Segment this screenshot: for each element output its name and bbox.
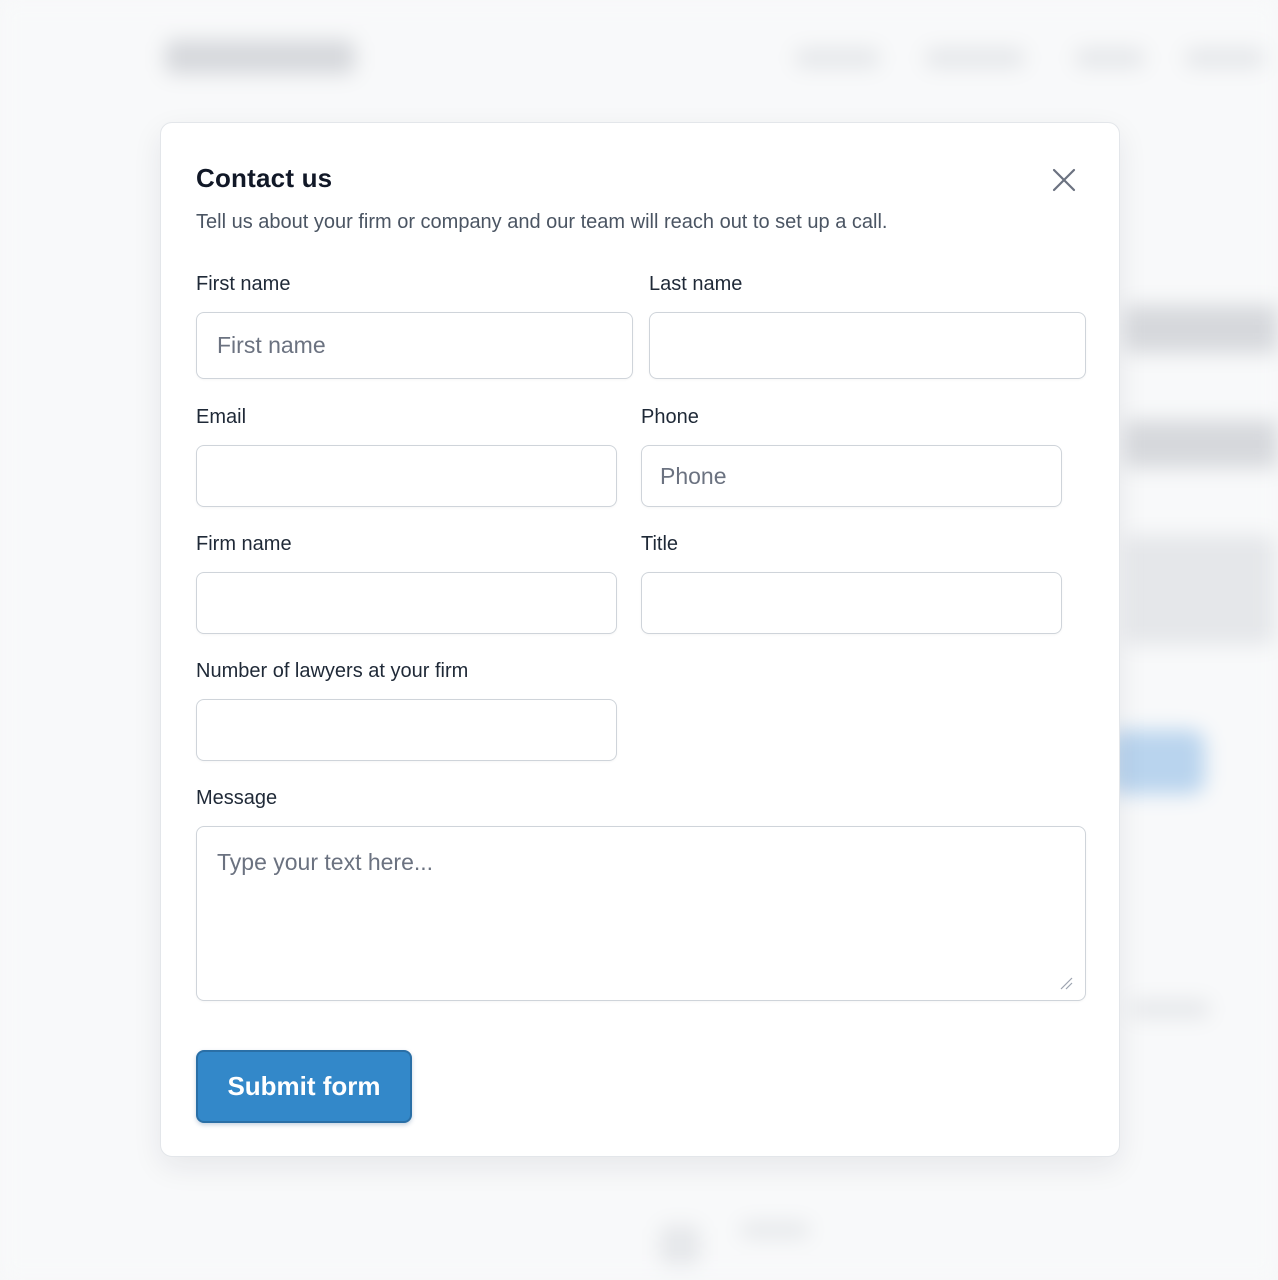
email-input[interactable] bbox=[196, 445, 617, 507]
background-logo bbox=[165, 40, 355, 74]
background-nav-item bbox=[795, 48, 880, 68]
close-icon bbox=[1052, 168, 1076, 192]
message-textarea[interactable] bbox=[196, 826, 1086, 1001]
background-heading bbox=[1125, 305, 1278, 353]
job-title-input[interactable] bbox=[641, 572, 1062, 634]
lawyers-count-label: Number of lawyers at your firm bbox=[196, 660, 469, 682]
background-nav-item bbox=[925, 48, 1025, 68]
message-label: Message bbox=[196, 787, 278, 809]
submit-form-button[interactable]: Submit form bbox=[196, 1050, 412, 1123]
resize-handle-icon[interactable] bbox=[1059, 976, 1073, 990]
background-text bbox=[660, 1225, 700, 1265]
background-text bbox=[1130, 1000, 1210, 1018]
background-heading bbox=[1125, 420, 1278, 468]
contact-modal: Contact us Tell us about your firm or co… bbox=[160, 122, 1120, 1157]
background-text bbox=[740, 1222, 810, 1238]
background-nav-item bbox=[1185, 48, 1265, 68]
first-name-input[interactable] bbox=[196, 312, 633, 379]
background-button bbox=[1110, 730, 1205, 794]
phone-label: Phone bbox=[641, 406, 699, 428]
modal-title: Contact us bbox=[196, 163, 333, 193]
lawyers-count-input[interactable] bbox=[196, 699, 617, 761]
email-label: Email bbox=[196, 406, 247, 428]
last-name-input[interactable] bbox=[649, 312, 1086, 379]
background-text bbox=[1125, 535, 1275, 645]
close-button[interactable] bbox=[1045, 161, 1083, 199]
first-name-label: First name bbox=[196, 273, 291, 295]
phone-input[interactable] bbox=[641, 445, 1062, 507]
last-name-label: Last name bbox=[649, 273, 743, 295]
modal-subtitle: Tell us about your firm or company and o… bbox=[196, 211, 888, 233]
firm-name-label: Firm name bbox=[196, 533, 292, 555]
background-nav-item bbox=[1075, 48, 1145, 68]
firm-name-input[interactable] bbox=[196, 572, 617, 634]
job-title-label: Title bbox=[641, 533, 679, 555]
